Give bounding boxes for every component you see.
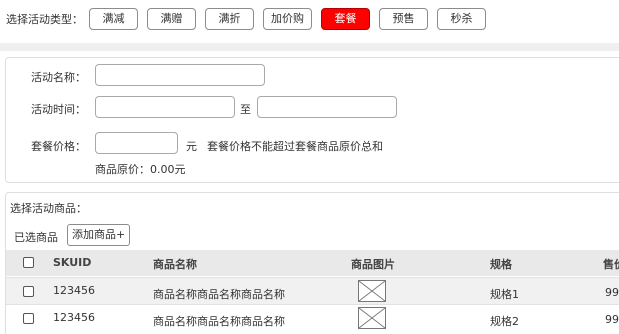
row-skuid: 123456 — [53, 284, 95, 297]
type-button-manzeng[interactable]: 满赠 — [147, 8, 196, 30]
type-button-miaosha[interactable]: 秒杀 — [437, 8, 486, 30]
type-button-yushou[interactable]: 预售 — [379, 8, 428, 30]
price-hint: 套餐价格不能超过套餐商品原价总和 — [207, 140, 383, 153]
activity-name-input[interactable] — [95, 64, 265, 86]
package-price-label: 套餐价格： — [31, 140, 86, 153]
price-unit: 元 — [186, 140, 197, 153]
table-row: 123456 商品名称商品名称商品名称 规格1 99.00 — [6, 277, 619, 304]
select-all-checkbox[interactable] — [23, 257, 34, 268]
type-button-taocan[interactable]: 套餐 — [321, 8, 370, 30]
selected-products-label: 已选商品 — [14, 231, 58, 244]
row-skuid: 123456 — [53, 311, 95, 324]
type-button-manjian[interactable]: 满减 — [89, 8, 138, 30]
product-image-placeholder-icon — [358, 307, 386, 329]
type-button-manzhe[interactable]: 满折 — [205, 8, 254, 30]
activity-form-panel: 活动名称： 活动时间： 至 套餐价格： 元 套餐价格不能超过套餐商品原价总和 商… — [5, 57, 619, 183]
activity-name-label: 活动名称： — [31, 71, 86, 84]
row-checkbox[interactable] — [23, 286, 34, 297]
column-product-image: 商品图片 — [351, 258, 395, 271]
row-price: 99.00 — [605, 313, 619, 326]
row-product-name: 商品名称商品名称商品名称 — [153, 288, 285, 301]
activity-time-label: 活动时间： — [31, 103, 86, 116]
row-checkbox[interactable] — [23, 313, 34, 324]
activity-type-label: 选择活动类型： — [6, 13, 83, 26]
row-spec: 规格2 — [490, 315, 519, 328]
products-panel: 选择活动商品： 已选商品 添加商品+ SKUID 商品名称 商品图片 规格 售价… — [5, 192, 619, 334]
column-price: 售价 — [603, 258, 619, 271]
row-spec: 规格1 — [490, 288, 519, 301]
table-row: 123456 商品名称商品名称商品名称 规格2 99.00 — [6, 304, 619, 331]
products-title: 选择活动商品： — [10, 202, 87, 215]
package-price-input[interactable] — [95, 132, 178, 154]
column-product-name: 商品名称 — [153, 258, 197, 271]
time-separator: 至 — [240, 103, 251, 116]
type-button-jiajiagou[interactable]: 加价购 — [263, 8, 312, 30]
end-time-input[interactable] — [257, 96, 397, 118]
row-product-name: 商品名称商品名称商品名称 — [153, 315, 285, 328]
original-price-text: 商品原价：0.00元 — [95, 163, 186, 176]
row-price: 99.00 — [605, 286, 619, 299]
column-skuid: SKUID — [53, 256, 92, 269]
start-time-input[interactable] — [95, 96, 235, 118]
table-header: SKUID 商品名称 商品图片 规格 售价 — [6, 250, 619, 276]
section-divider — [0, 43, 619, 51]
activity-type-selector: 选择活动类型： 满减 满赠 满折 加价购 套餐 预售 秒杀 — [6, 8, 495, 30]
column-spec: 规格 — [490, 258, 512, 271]
add-product-button[interactable]: 添加商品+ — [67, 224, 131, 246]
product-image-placeholder-icon — [358, 280, 386, 302]
